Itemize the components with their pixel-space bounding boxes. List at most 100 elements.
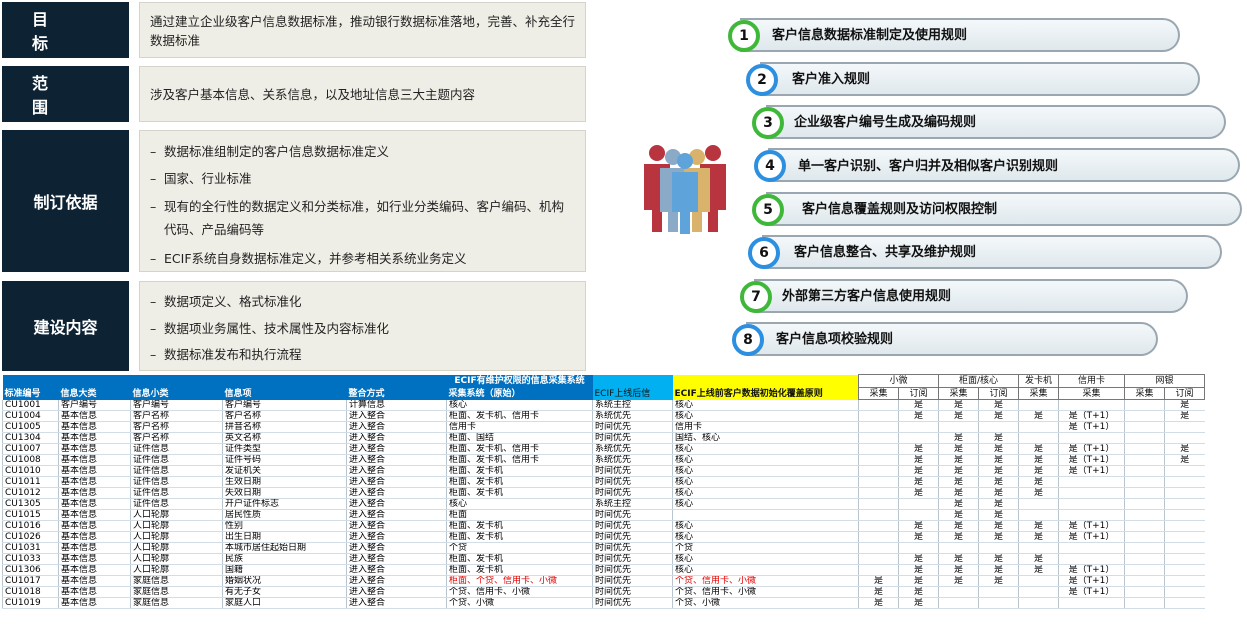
table-row: CU1011 基本信息 证件信息 生效日期 进入整合 柜面、发卡机 时间优先 核心是是是是	[2, 476, 1205, 488]
rule-number-5: 5	[752, 194, 784, 226]
table-cell: 发证机关	[222, 465, 347, 477]
table-cell: 柜面、国结	[446, 432, 593, 444]
table-cell	[1124, 465, 1165, 477]
table-cell: 性别	[222, 520, 347, 532]
table-cell: 柜面	[446, 509, 593, 521]
table-cell: CU1001	[2, 399, 59, 411]
rule-number-2: 2	[746, 64, 778, 96]
table-cell: 是	[978, 509, 1019, 521]
content-row: 建设内容 数据项定义、格式标准化 数据项业务属性、技术属性及内容标准化 数据标准…	[2, 281, 586, 371]
table-cell	[1018, 432, 1059, 444]
table-cell: 柜面、发卡机	[446, 531, 593, 543]
table-cell: 是	[1018, 520, 1059, 532]
basis-content: 数据标准组制定的客户信息数据标准定义 国家、行业标准 现有的全行性的数据定义和分…	[139, 130, 586, 272]
table-cell	[1124, 432, 1165, 444]
table-cell: CU1304	[2, 432, 59, 444]
table-cell	[978, 597, 1019, 609]
table-row: CU1004 基本信息 客户名称 客户名称 进入整合 柜面、发卡机、信用卡 系统优先 核心是是…	[2, 410, 1205, 422]
column-header: 采集	[858, 387, 899, 400]
rule-text-2: 客户准入规则	[792, 72, 871, 87]
table-cell: 基本信息	[58, 553, 131, 565]
goal-row: 目 标 通过建立企业级客户信息数据标准，推动银行数据标准落地，完善、补充全行数据…	[2, 2, 586, 58]
table-cell: CU1011	[2, 476, 59, 488]
table-cell: CU1033	[2, 553, 59, 565]
table-cell	[1124, 553, 1165, 565]
table-cell: 核心	[672, 553, 859, 565]
column-header: ECIF上线前客户数据初始化覆盖原则	[672, 387, 859, 400]
table-row: CU1306 基本信息 人口轮廓 国籍 进入整合 柜面、发卡机 时间优先 核心是是是是是（T+…	[2, 564, 1205, 576]
table-row: CU1304 基本信息 客户名称 英文名称 进入整合 柜面、国结 时间优先 国结、核心 是是	[2, 432, 1205, 444]
table-cell	[1164, 575, 1205, 587]
table-cell: CU1004	[2, 410, 59, 422]
table-cell: 证件信息	[130, 487, 223, 499]
column-header: 采集	[1124, 387, 1165, 400]
rule-text-4: 单一客户识别、客户归并及相似客户识别规则	[798, 159, 1059, 174]
table-cell	[858, 421, 899, 433]
table-cell	[1164, 564, 1205, 576]
table-row: CU1031 基本信息 人口轮廓 本城市居住起始日期 进入整合 个贷 时间优先 个贷	[2, 542, 1205, 554]
table-cell	[672, 509, 859, 521]
table-cell	[858, 509, 899, 521]
table-cell: 有无子女	[222, 586, 347, 598]
table-cell: 是	[938, 553, 979, 565]
table-cell: 核心	[672, 487, 859, 499]
table-row: CU1001 客户编号 客户编号 客户编号 计算信息 核心 系统主控 核心是是是是	[2, 399, 1205, 411]
table-cell: 柜面、发卡机	[446, 564, 593, 576]
table-cell: 是	[978, 476, 1019, 488]
table-cell: 基本信息	[58, 421, 131, 433]
table-cell: 是	[1018, 531, 1059, 543]
table-cell: 是	[978, 432, 1019, 444]
table-cell: 证件信息	[130, 498, 223, 510]
table-row: CU1008 基本信息 证件信息 证件号码 进入整合 柜面、发卡机、信用卡 系统优先 核心是是…	[2, 454, 1205, 466]
table-cell: 个贷、信用卡、小微	[672, 586, 859, 598]
table-cell	[1018, 421, 1059, 433]
table-cell	[858, 443, 899, 455]
table-cell: 生效日期	[222, 476, 347, 488]
table-cell: 是	[938, 443, 979, 455]
table-cell: 时间优先	[592, 586, 673, 598]
table-cell: 本城市居住起始日期	[222, 542, 347, 554]
table-cell: 是	[1164, 454, 1205, 466]
table-cell: 是	[1018, 476, 1059, 488]
column-header: 信息小类	[130, 387, 223, 400]
table-cell: 证件信息	[130, 476, 223, 488]
table-cell: 时间优先	[592, 432, 673, 444]
table-cell: 信用卡	[672, 421, 859, 433]
table-cell: 是	[938, 520, 979, 532]
table-cell: 时间优先	[592, 421, 673, 433]
table-cell: 是	[978, 564, 1019, 576]
table-row: CU1017 基本信息 家庭信息 婚姻状况 进入整合 柜面、个贷、信用卡、小微 时间优先 个贷…	[2, 575, 1205, 587]
table-cell: 证件信息	[130, 465, 223, 477]
table-cell	[858, 476, 899, 488]
table-cell	[1164, 498, 1205, 510]
table-cell: CU1016	[2, 520, 59, 532]
table-cell: 是	[978, 443, 1019, 455]
table-cell: CU1012	[2, 487, 59, 499]
table-cell: 进入整合	[346, 531, 447, 543]
rule-number-3: 3	[752, 107, 784, 139]
header-xinyongka: 信用卡	[1058, 374, 1125, 388]
content-item: 数据标准发布和执行流程	[150, 345, 575, 364]
content-content: 数据项定义、格式标准化 数据项业务属性、技术属性及内容标准化 数据标准发布和执行…	[139, 281, 586, 371]
table-cell	[1124, 399, 1165, 411]
table-cell: 是	[898, 597, 939, 609]
table-cell: CU1008	[2, 454, 59, 466]
table-cell: 是（T+1）	[1058, 575, 1125, 587]
table-cell	[858, 553, 899, 565]
table-cell: CU1018	[2, 586, 59, 598]
table-cell	[1164, 597, 1205, 609]
table-cell: 是	[938, 498, 979, 510]
table-cell: 核心	[446, 399, 593, 411]
table-cell	[898, 498, 939, 510]
table-cell	[1124, 575, 1165, 587]
table-cell: 柜面、发卡机	[446, 553, 593, 565]
table-cell: 基本信息	[58, 575, 131, 587]
table-cell: 进入整合	[346, 542, 447, 554]
table-cell	[1018, 498, 1059, 510]
table-cell	[1164, 476, 1205, 488]
table-cell: 是（T+1）	[1058, 564, 1125, 576]
table-cell: CU1015	[2, 509, 59, 521]
table-row: CU1015 基本信息 人口轮廓 居民性质 进入整合 柜面 时间优先 是是	[2, 509, 1205, 521]
table-cell: 是	[858, 586, 899, 598]
table-cell: 是	[978, 399, 1019, 411]
